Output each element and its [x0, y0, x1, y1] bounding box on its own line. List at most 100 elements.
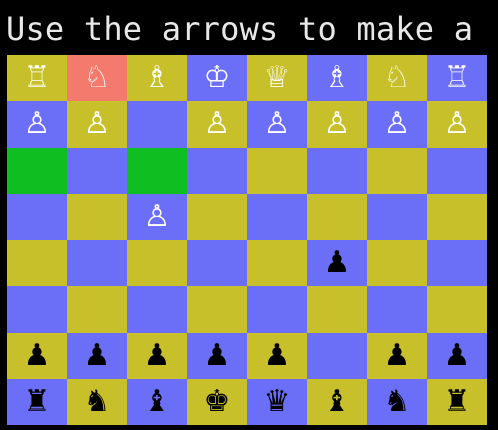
board-square-a2[interactable]: ♙: [7, 101, 67, 148]
board-square-a4[interactable]: [7, 193, 67, 240]
board-square-c4[interactable]: ♙: [127, 193, 187, 240]
black-piece[interactable]: ♟: [384, 340, 411, 371]
white-piece[interactable]: ♖: [24, 63, 51, 93]
white-piece[interactable]: ♙: [264, 109, 291, 139]
board-square-d7[interactable]: ♟: [187, 332, 247, 379]
board-square-g6[interactable]: [367, 286, 427, 333]
board-square-f6[interactable]: [307, 286, 367, 333]
board-square-e2[interactable]: ♙: [247, 101, 307, 148]
board-square-b4[interactable]: [67, 193, 127, 240]
board-square-h6[interactable]: [427, 286, 487, 333]
board-square-e1[interactable]: ♕: [247, 55, 307, 102]
white-piece[interactable]: ♙: [204, 109, 231, 139]
board-square-g2[interactable]: ♙: [367, 101, 427, 148]
black-piece[interactable]: ♟: [84, 340, 111, 371]
board-square-b5[interactable]: [67, 240, 127, 287]
board-square-a8[interactable]: ♜: [7, 378, 67, 425]
board-square-d4[interactable]: [187, 193, 247, 240]
board-square-a6[interactable]: [7, 286, 67, 333]
board-square-h1[interactable]: ♖: [427, 55, 487, 102]
board-square-e4[interactable]: [247, 193, 307, 240]
white-piece[interactable]: ♙: [144, 201, 171, 232]
board-square-g8[interactable]: ♞: [367, 378, 427, 425]
board-square-d2[interactable]: ♙: [187, 101, 247, 148]
black-piece[interactable]: ♚: [204, 386, 231, 417]
board-square-c6[interactable]: [127, 286, 187, 333]
board-square-e7[interactable]: ♟: [247, 332, 307, 379]
board-square-c3[interactable]: [127, 147, 187, 194]
board-square-g1[interactable]: ♘: [367, 55, 427, 102]
board-square-g5[interactable]: [367, 240, 427, 287]
board-square-c8[interactable]: ♝: [127, 378, 187, 425]
black-piece[interactable]: ♝: [324, 386, 351, 417]
board-square-b2[interactable]: ♙: [67, 101, 127, 148]
white-piece[interactable]: ♗: [324, 63, 351, 93]
board-square-g7[interactable]: ♟: [367, 332, 427, 379]
board-square-e5[interactable]: [247, 240, 307, 287]
board-square-g4[interactable]: [367, 193, 427, 240]
white-piece[interactable]: ♙: [84, 109, 111, 139]
black-piece[interactable]: ♟: [264, 340, 291, 371]
board-square-h3[interactable]: [427, 147, 487, 194]
black-piece[interactable]: ♟: [204, 340, 231, 371]
prompt-text: Use the arrows to make a: [6, 10, 474, 48]
board-square-f5[interactable]: ♟: [307, 240, 367, 287]
white-piece[interactable]: ♘: [384, 63, 411, 93]
board-square-e6[interactable]: [247, 286, 307, 333]
board-square-d3[interactable]: [187, 147, 247, 194]
board-square-d1[interactable]: ♔: [187, 55, 247, 102]
white-piece[interactable]: ♕: [264, 63, 291, 93]
cut-off-terminal-line: [6, 422, 306, 430]
board-square-e3[interactable]: [247, 147, 307, 194]
board-square-c2[interactable]: [127, 101, 187, 148]
board-square-c5[interactable]: [127, 240, 187, 287]
board-square-a5[interactable]: [7, 240, 67, 287]
board-square-d6[interactable]: [187, 286, 247, 333]
board-square-d5[interactable]: [187, 240, 247, 287]
board-square-f1[interactable]: ♗: [307, 55, 367, 102]
board-square-d8[interactable]: ♚: [187, 378, 247, 425]
black-piece[interactable]: ♟: [24, 340, 51, 371]
board-square-a3[interactable]: [7, 147, 67, 194]
white-piece[interactable]: ♔: [204, 63, 231, 93]
black-piece[interactable]: ♝: [144, 386, 171, 417]
board-square-g3[interactable]: [367, 147, 427, 194]
board-square-f8[interactable]: ♝: [307, 378, 367, 425]
chess-board[interactable]: ♖ ♘ ♗ ♔ ♕ ♗ ♘ ♖ ♙ ♙ ♙ ♙ ♙ ♙ ♙ ♙ ♟ ♟ ♟ ♟ ♟ ♟ ♟ ♟ ♜ ♞ ♝ ♚ ♛ ♝ ♞ ♜: [7, 55, 487, 425]
white-piece[interactable]: ♙: [384, 109, 411, 139]
board-square-c1[interactable]: ♗: [127, 55, 187, 102]
black-piece[interactable]: ♟: [444, 340, 471, 371]
white-piece[interactable]: ♗: [144, 63, 171, 93]
board-square-c7[interactable]: ♟: [127, 332, 187, 379]
board-square-f7[interactable]: [307, 332, 367, 379]
board-square-b3[interactable]: [67, 147, 127, 194]
black-piece[interactable]: ♜: [444, 386, 471, 417]
white-piece[interactable]: ♙: [444, 109, 471, 139]
black-piece[interactable]: ♛: [264, 386, 291, 417]
board-square-a7[interactable]: ♟: [7, 332, 67, 379]
board-square-f3[interactable]: [307, 147, 367, 194]
board-square-h4[interactable]: [427, 193, 487, 240]
board-square-b8[interactable]: ♞: [67, 378, 127, 425]
board-square-a1[interactable]: ♖: [7, 55, 67, 102]
board-square-h8[interactable]: ♜: [427, 378, 487, 425]
black-piece[interactable]: ♟: [144, 340, 171, 371]
terminal-window: Use the arrows to make a ♖ ♘ ♗ ♔ ♕ ♗ ♘ ♖ ♙ ♙ ♙ ♙ ♙ ♙ ♙…: [0, 0, 498, 430]
board-square-f4[interactable]: [307, 193, 367, 240]
board-square-b7[interactable]: ♟: [67, 332, 127, 379]
board-square-e8[interactable]: ♛: [247, 378, 307, 425]
black-piece[interactable]: ♟: [324, 248, 351, 278]
black-piece[interactable]: ♞: [384, 386, 411, 417]
board-square-f2[interactable]: ♙: [307, 101, 367, 148]
black-piece[interactable]: ♜: [24, 386, 51, 417]
board-square-h2[interactable]: ♙: [427, 101, 487, 148]
black-piece[interactable]: ♞: [84, 386, 111, 417]
board-square-b1[interactable]: ♘: [67, 55, 127, 102]
white-piece[interactable]: ♙: [324, 109, 351, 139]
white-piece[interactable]: ♖: [444, 63, 471, 93]
board-square-h5[interactable]: [427, 240, 487, 287]
white-piece[interactable]: ♘: [84, 63, 111, 93]
board-square-h7[interactable]: ♟: [427, 332, 487, 379]
board-square-b6[interactable]: [67, 286, 127, 333]
white-piece[interactable]: ♙: [24, 109, 51, 139]
